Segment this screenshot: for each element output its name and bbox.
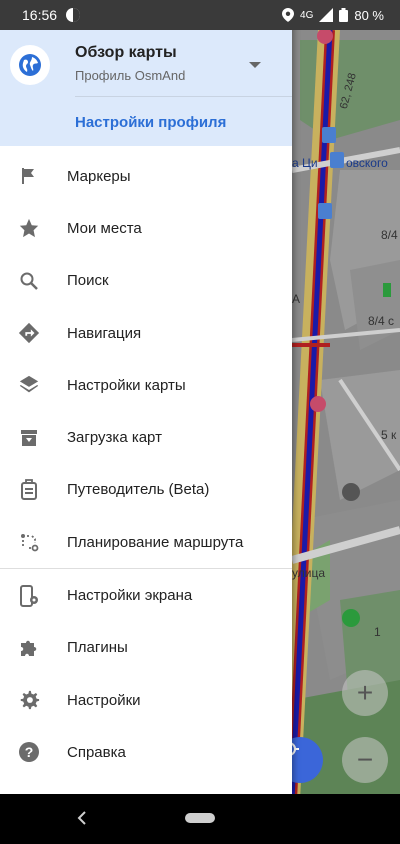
profile-title: Обзор карты — [75, 44, 177, 61]
menu-item-travel-guide[interactable]: Путеводитель (Beta) — [0, 464, 292, 516]
navigation-icon — [17, 321, 41, 345]
map-label: А — [292, 292, 301, 306]
profile-avatar — [10, 45, 50, 85]
profile-subtitle: Профиль OsmAnd — [75, 68, 186, 83]
menu-item-label: Поиск — [67, 272, 109, 290]
system-navigation-bar — [0, 794, 400, 844]
navigation-drawer: Обзор карты Профиль OsmAnd Настройки про… — [0, 0, 292, 794]
screen-settings-icon — [17, 584, 41, 608]
menu-item-search[interactable]: Поиск — [0, 255, 292, 307]
flag-icon — [17, 164, 41, 188]
globe-icon — [19, 54, 41, 76]
profile-header[interactable]: Обзор карты Профиль OsmAnd Настройки про… — [0, 30, 292, 146]
menu-item-label: Справка — [67, 743, 126, 761]
location-pin-icon — [282, 8, 295, 22]
map-label: 8/4 — [381, 228, 398, 242]
menu-item-map-settings[interactable]: Настройки карты — [0, 359, 292, 411]
search-icon — [17, 269, 41, 293]
menu-item-label: Путеводитель (Beta) — [67, 481, 210, 499]
travel-guide-icon — [17, 478, 41, 502]
menu-item-label: Плагины — [67, 639, 128, 657]
menu-item-label: Мои места — [67, 219, 142, 237]
menu-item-label: Планирование маршрута — [67, 533, 244, 551]
app-notification-icon — [66, 8, 81, 22]
svg-text:?: ? — [25, 744, 34, 760]
status-bar: 16:56 4G 80 % — [0, 0, 400, 30]
map-label: улица — [292, 566, 325, 580]
map-label: овского — [346, 156, 388, 170]
menu-item-markers[interactable]: Маркеры — [0, 150, 292, 202]
network-type: 4G — [300, 9, 314, 21]
star-icon — [17, 216, 41, 240]
chevron-down-icon[interactable] — [247, 57, 263, 73]
download-box-icon — [17, 426, 41, 450]
battery-icon — [339, 8, 349, 22]
map-label: а Ци — [292, 156, 318, 170]
menu-item-settings[interactable]: Настройки — [0, 674, 292, 726]
map-label: 8/4 с — [368, 314, 395, 328]
menu-item-label: Настройки — [67, 691, 141, 709]
route-planning-icon — [17, 530, 41, 554]
header-divider — [75, 96, 292, 97]
zoom-out-button[interactable]: − — [342, 737, 388, 783]
puzzle-icon — [17, 636, 41, 660]
menu-item-label: Настройки карты — [67, 376, 186, 394]
map-label: 5 к — [381, 428, 397, 442]
profile-settings-link[interactable]: Настройки профиля — [75, 114, 226, 131]
layers-icon — [17, 373, 41, 397]
signal-icon — [319, 8, 334, 22]
menu-item-help[interactable]: ? Справка — [0, 726, 292, 778]
menu-item-route-planning[interactable]: Планирование маршрута — [0, 516, 292, 568]
menu-item-label: Навигация — [67, 324, 142, 342]
back-icon[interactable] — [74, 808, 90, 828]
map-label: 1 — [374, 625, 381, 639]
menu-item-navigation[interactable]: Навигация — [0, 307, 292, 359]
drawer-menu: Маркеры Мои места Поиск Навигация Настро… — [0, 150, 292, 779]
status-time: 16:56 — [22, 7, 58, 23]
battery-level: 80 % — [354, 7, 384, 23]
menu-item-screen-settings[interactable]: Настройки экрана — [0, 569, 292, 621]
menu-item-label: Загрузка карт — [67, 429, 162, 447]
menu-item-plugins[interactable]: Плагины — [0, 622, 292, 674]
home-pill-button[interactable] — [185, 813, 215, 823]
help-icon: ? — [17, 740, 41, 764]
zoom-in-button[interactable]: + — [342, 670, 388, 716]
menu-item-my-places[interactable]: Мои места — [0, 202, 292, 254]
menu-item-label: Настройки экрана — [67, 587, 193, 605]
menu-item-label: Маркеры — [67, 167, 131, 185]
gear-icon — [17, 688, 41, 712]
menu-item-download-maps[interactable]: Загрузка карт — [0, 411, 292, 463]
